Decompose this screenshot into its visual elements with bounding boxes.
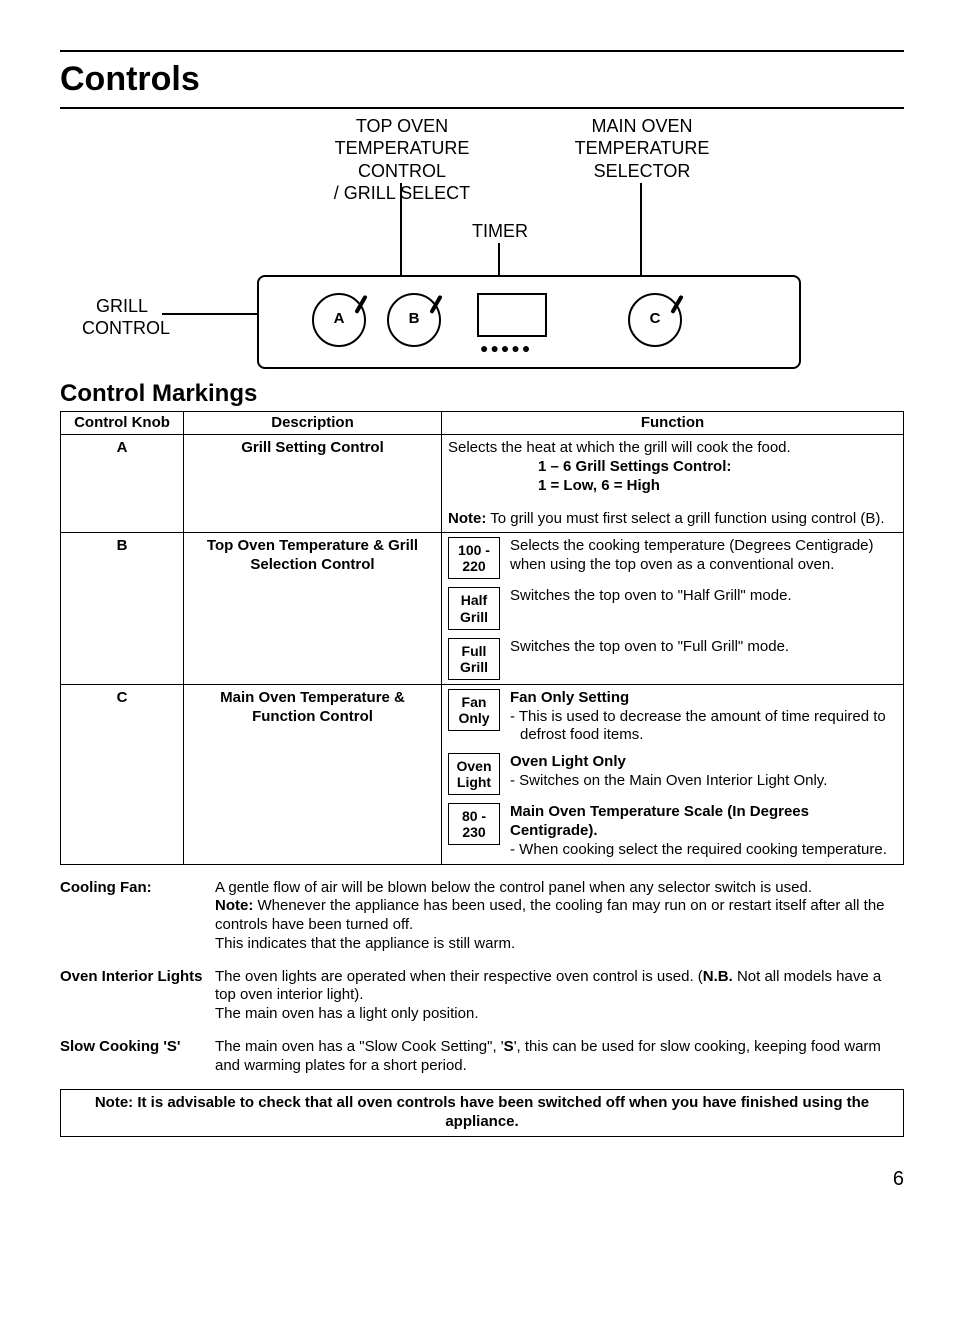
func-a-cell: Selects the heat at which the grill will…: [442, 435, 904, 533]
header-function: Function: [442, 411, 904, 435]
knob-b-cell: B: [61, 533, 184, 685]
table-row-b: B Top Oven Temperature & Grill Selection…: [61, 533, 904, 685]
func-a-note-text: To grill you must first select a grill f…: [486, 510, 884, 527]
func-a-line2: 1 = Low, 6 = High: [448, 477, 897, 496]
diagram-knob-c: C: [628, 293, 682, 347]
func-a-intro: Selects the heat at which the grill will…: [448, 439, 791, 456]
knob-a-cell: A: [61, 435, 184, 533]
func-c-text1: - This is used to decrease the amount of…: [510, 708, 897, 746]
diagram-main-oven-label: MAIN OVEN TEMPERATURE SELECTOR: [562, 115, 722, 183]
oven-interior-label: Oven Interior Lights: [60, 968, 215, 1024]
diagram-timer: [477, 293, 547, 337]
slow-cooking-text: The main oven has a "Slow Cook Setting",…: [215, 1038, 904, 1076]
control-markings-table: Control Knob Description Function A Gril…: [60, 411, 904, 865]
header-control-knob: Control Knob: [61, 411, 184, 435]
func-c-head2: Oven Light Only: [510, 753, 897, 772]
func-a-note: Note: To grill you must first select a g…: [448, 510, 897, 529]
cooling-fan-note: Note: Whenever the appliance has been us…: [215, 897, 904, 935]
desc-c-cell: Main Oven Temperature & Function Control: [184, 684, 442, 864]
page-title: Controls: [60, 50, 904, 109]
diagram-grill-control-label: GRILL CONTROL: [82, 295, 162, 340]
oven-interior-text2: The main oven has a light only position.: [215, 1005, 904, 1024]
func-a-line1: 1 – 6 Grill Settings Control:: [448, 458, 897, 477]
desc-b-cell: Top Oven Temperature & Grill Selection C…: [184, 533, 442, 685]
cooling-fan-note-label: Note:: [215, 897, 253, 914]
func-c-head3: Main Oven Temperature Scale (In Degrees …: [510, 803, 897, 841]
func-c-text2: - Switches on the Main Oven Interior Lig…: [510, 772, 897, 791]
table-header-row: Control Knob Description Function: [61, 411, 904, 435]
page-number: 6: [60, 1167, 904, 1192]
diagram-timer-dots: ●●●●●: [480, 340, 532, 358]
controls-diagram: TOP OVEN TEMPERATURE CONTROL / GRILL SEL…: [60, 115, 904, 375]
cooling-fan-text1: A gentle flow of air will be blown below…: [215, 879, 904, 898]
header-description: Description: [184, 411, 442, 435]
note-cooling-fan: Cooling Fan: A gentle flow of air will b…: [60, 879, 904, 954]
func-a-note-label: Note:: [448, 510, 486, 527]
diagram-knob-a: A: [312, 293, 366, 347]
slow-cooking-label: Slow Cooking 'S': [60, 1038, 215, 1076]
section-heading: Control Markings: [60, 379, 904, 409]
note-slow-cooking: Slow Cooking 'S' The main oven has a "Sl…: [60, 1038, 904, 1076]
cooling-fan-label: Cooling Fan:: [60, 879, 215, 954]
diagram-top-oven-label: TOP OVEN TEMPERATURE CONTROL / GRILL SEL…: [292, 115, 512, 205]
func-c-head1: Fan Only Setting: [510, 689, 897, 708]
func-b-text3: Switches the top oven to "Full Grill" mo…: [510, 638, 897, 657]
cooling-fan-text2: Whenever the appliance has been used, th…: [215, 897, 885, 933]
tag-100-220: 100 - 220: [448, 537, 500, 579]
oven-interior-text1: The oven lights are operated when their …: [215, 968, 904, 1006]
final-note: Note: It is advisable to check that all …: [60, 1089, 904, 1137]
func-c-text3: - When cooking select the required cooki…: [510, 841, 897, 860]
cooling-fan-text3: This indicates that the appliance is sti…: [215, 935, 904, 954]
func-b-text1: Selects the cooking temperature (Degrees…: [510, 537, 897, 575]
knob-c-cell: C: [61, 684, 184, 864]
desc-a-cell: Grill Setting Control: [184, 435, 442, 533]
note-oven-interior: Oven Interior Lights The oven lights are…: [60, 968, 904, 1024]
tag-half-grill: Half Grill: [448, 587, 500, 629]
diagram-timer-label: TIMER: [472, 220, 528, 243]
table-row-a: A Grill Setting Control Selects the heat…: [61, 435, 904, 533]
func-b-cell: 100 - 220 Selects the cooking temperatur…: [442, 533, 904, 685]
func-b-text2: Switches the top oven to "Half Grill" mo…: [510, 587, 897, 606]
table-row-c: C Main Oven Temperature & Function Contr…: [61, 684, 904, 864]
tag-full-grill: Full Grill: [448, 638, 500, 680]
diagram-knob-b: B: [387, 293, 441, 347]
tag-80-230: 80 - 230: [448, 803, 500, 845]
func-c-cell: Fan Only Fan Only Setting - This is used…: [442, 684, 904, 864]
notes-section: Cooling Fan: A gentle flow of air will b…: [60, 879, 904, 1076]
tag-oven-light: Oven Light: [448, 753, 500, 795]
tag-fan-only: Fan Only: [448, 689, 500, 731]
